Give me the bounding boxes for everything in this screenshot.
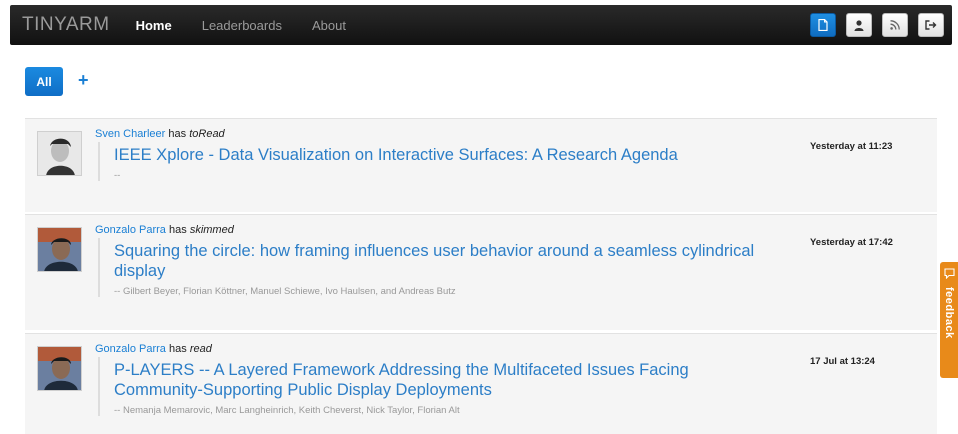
navbar-actions xyxy=(810,13,944,37)
document-authors: -- xyxy=(114,170,121,181)
rss-icon xyxy=(890,20,900,30)
has-text: has xyxy=(168,128,187,140)
entry-body: Squaring the circle: how framing influen… xyxy=(98,238,778,297)
avatar[interactable] xyxy=(37,346,82,391)
actor-name[interactable]: Gonzalo Parra xyxy=(95,343,166,355)
avatar[interactable] xyxy=(37,131,82,176)
nav-home[interactable]: Home xyxy=(136,18,172,33)
entry-body: IEEE Xplore - Data Visualization on Inte… xyxy=(98,142,798,181)
has-text: has xyxy=(169,343,187,355)
top-navbar: TINYARM Home Leaderboards About xyxy=(10,5,952,45)
add-filter-button[interactable]: + xyxy=(78,69,89,91)
chat-bubble-icon xyxy=(943,268,955,279)
has-text: has xyxy=(169,224,187,236)
sign-out-button[interactable] xyxy=(918,13,944,37)
avatar[interactable] xyxy=(37,227,82,272)
document-title-link[interactable]: IEEE Xplore - Data Visualization on Inte… xyxy=(114,145,798,165)
rss-feed-button[interactable] xyxy=(882,13,908,37)
timestamp: Yesterday at 17:42 xyxy=(810,237,893,248)
activity-line: Gonzalo Parra has read xyxy=(95,343,212,355)
nav-about[interactable]: About xyxy=(312,18,346,33)
activity-line: Gonzalo Parra has skimmed xyxy=(95,224,234,236)
document-title-link[interactable]: Squaring the circle: how framing influen… xyxy=(114,241,778,281)
document-icon xyxy=(818,19,828,31)
document-authors: -- Nemanja Memarovic, Marc Langheinrich,… xyxy=(114,405,460,416)
activity-verb: toRead xyxy=(189,128,225,140)
nav-leaderboards[interactable]: Leaderboards xyxy=(202,18,282,33)
activity-verb: skimmed xyxy=(189,224,234,236)
brand-logo[interactable]: TINYARM xyxy=(22,14,110,36)
filter-all-button[interactable]: All xyxy=(25,67,63,96)
feed-item: Sven Charleer has toRead IEEE Xplore - D… xyxy=(25,118,937,212)
sign-out-icon xyxy=(925,20,937,30)
user-icon xyxy=(854,19,864,31)
feed-item: Gonzalo Parra has read P-LAYERS -- A Lay… xyxy=(25,333,937,434)
entry-body: P-LAYERS -- A Layered Framework Addressi… xyxy=(98,357,738,416)
add-document-button[interactable] xyxy=(810,13,836,37)
profile-button[interactable] xyxy=(846,13,872,37)
feedback-tab[interactable]: feedback xyxy=(940,262,958,378)
actor-name[interactable]: Gonzalo Parra xyxy=(95,224,166,236)
document-authors: -- Gilbert Beyer, Florian Köttner, Manue… xyxy=(114,286,456,297)
feedback-label: feedback xyxy=(943,287,955,339)
activity-verb: read xyxy=(189,343,212,355)
activity-line: Sven Charleer has toRead xyxy=(95,128,225,140)
feed-item: Gonzalo Parra has skimmed Squaring the c… xyxy=(25,214,937,330)
timestamp: 17 Jul at 13:24 xyxy=(810,356,875,367)
actor-name[interactable]: Sven Charleer xyxy=(95,128,165,140)
document-title-link[interactable]: P-LAYERS -- A Layered Framework Addressi… xyxy=(114,360,738,400)
timestamp: Yesterday at 11:23 xyxy=(810,141,893,152)
